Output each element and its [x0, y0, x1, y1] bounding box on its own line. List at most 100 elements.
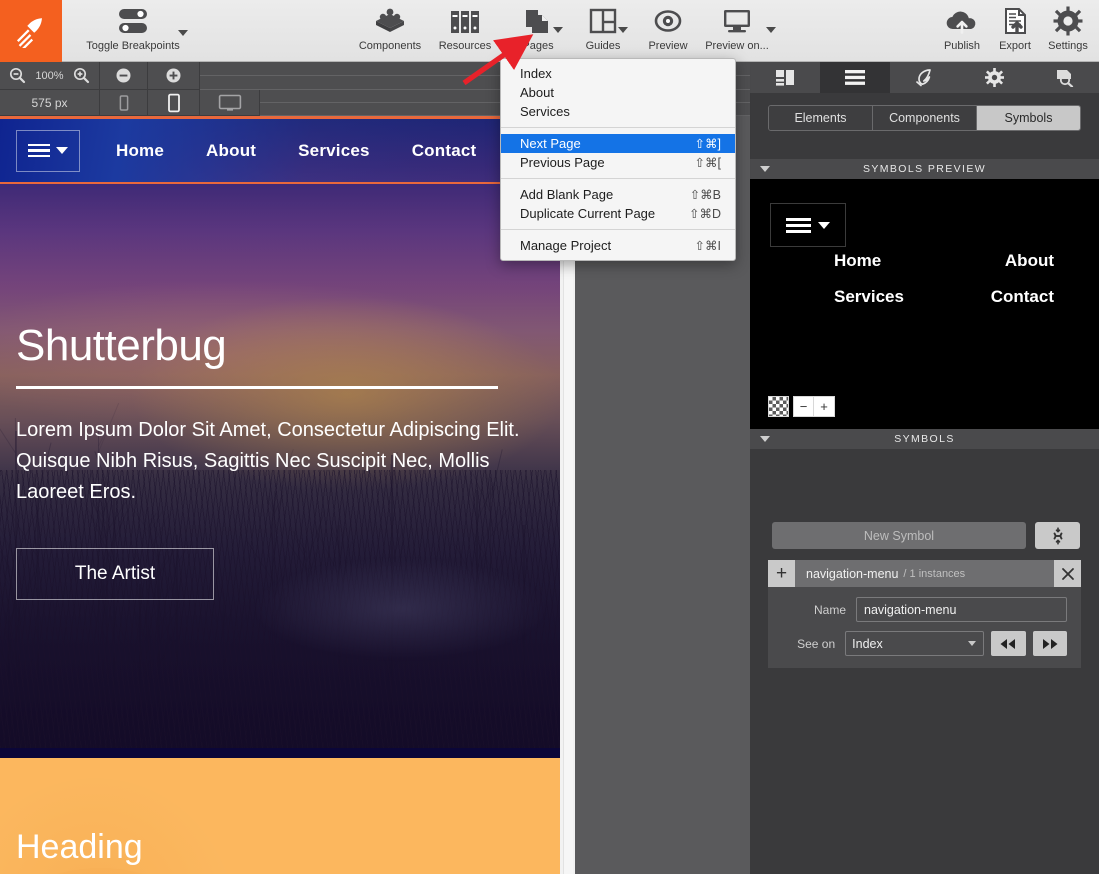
rendered-page: Home About Services Contact Shutterbug L… — [0, 116, 560, 874]
toolbar-label: Pages — [522, 40, 554, 52]
tab-list[interactable] — [819, 62, 890, 93]
symbols-preview-stage: Home About Services Contact − + — [750, 179, 1099, 429]
preview-nav-links: Home About Services Contact — [834, 251, 1054, 307]
tab-find[interactable] — [1029, 62, 1099, 93]
page-menu-button[interactable] — [16, 129, 80, 172]
symbols-preview-header[interactable]: SYMBOLS PREVIEW — [750, 159, 1099, 179]
menu-item-index[interactable]: Index — [501, 64, 735, 83]
preview-menu-button[interactable] — [770, 203, 846, 247]
zoom-level-label: 100% — [35, 69, 64, 82]
new-symbol-button[interactable]: New Symbol — [772, 522, 1026, 549]
preview-link-home: Home — [834, 251, 882, 270]
preview-eye-icon — [651, 4, 685, 38]
right-panel-tabs — [750, 62, 1099, 93]
page-canvas[interactable]: Home About Services Contact Shutterbug L… — [0, 116, 575, 874]
add-symbol-instance-button[interactable]: + — [768, 560, 795, 587]
menu-separator — [501, 127, 735, 128]
pages-dropdown-menu: Index About Services Next Page ⇧⌘] Previ… — [500, 58, 736, 261]
page-search-icon — [1057, 69, 1074, 87]
quill-pen-icon — [916, 69, 932, 87]
menu-item-label: Add Blank Page — [520, 187, 614, 202]
nav-link-contact[interactable]: Contact — [412, 141, 477, 161]
phone-icon — [119, 94, 128, 111]
checkerboard-icon[interactable] — [768, 396, 789, 417]
toolbar-item-components[interactable]: Components — [347, 4, 433, 60]
see-on-next-button[interactable] — [1032, 631, 1068, 656]
nav-link-about[interactable]: About — [206, 141, 256, 161]
triangle-down-icon — [760, 436, 770, 442]
menu-item-about[interactable]: About — [501, 83, 735, 102]
nav-link-services[interactable]: Services — [298, 141, 370, 161]
close-x-icon — [1061, 567, 1074, 580]
breakpoint-width[interactable]: 575 px — [0, 90, 100, 115]
segment-elements[interactable]: Elements — [769, 106, 873, 130]
app-logo[interactable] — [0, 0, 62, 62]
components-blocks-icon — [370, 4, 410, 38]
menu-item-manage-project[interactable]: Manage Project ⇧⌘I — [501, 236, 735, 255]
breakpoints-chevron-down-icon[interactable] — [178, 30, 188, 36]
zoom-in-button[interactable] — [73, 67, 90, 84]
symbol-name-field-label: Name — [813, 602, 846, 617]
symbol-card-fields: Name See on Index — [768, 587, 1081, 668]
breakpoint-remove-button[interactable] — [100, 62, 148, 89]
symbols-body: New Symbol + navigation-menu / 1 instanc… — [750, 509, 1099, 874]
preview-on-chevron-down-icon[interactable] — [766, 27, 776, 33]
preview-on-monitor-icon — [719, 4, 755, 38]
close-symbol-button[interactable] — [1054, 560, 1081, 587]
orange-section: Heading — [0, 748, 560, 874]
menu-item-previous-page[interactable]: Previous Page ⇧⌘[ — [501, 153, 735, 172]
device-phone-button[interactable] — [100, 90, 148, 115]
toolbar-label: Guides — [585, 40, 621, 52]
toolbar-item-toggle-breakpoints[interactable]: Toggle Breakpoints — [86, 4, 180, 60]
preview-zoom-out-button[interactable]: − — [793, 396, 814, 417]
symbol-title-bar[interactable]: navigation-menu / 1 instances — [795, 560, 1054, 587]
toolbar-label: Settings — [1048, 40, 1088, 52]
segment-components[interactable]: Components — [873, 106, 977, 130]
preview-zoom-in-button[interactable]: + — [814, 396, 835, 417]
section-divider — [0, 748, 560, 758]
link-symbol-button[interactable] — [1035, 522, 1080, 549]
pages-stack-icon — [519, 4, 557, 38]
menu-item-shortcut: ⇧⌘I — [694, 239, 721, 253]
device-tablet-button[interactable] — [148, 90, 200, 115]
menu-item-label: Services — [520, 104, 570, 119]
segment-symbols[interactable]: Symbols — [977, 106, 1080, 130]
tab-styles[interactable] — [890, 62, 960, 93]
toolbar-label: Preview on... — [705, 40, 769, 52]
symbols-header[interactable]: SYMBOLS — [750, 429, 1099, 449]
symbols-title: SYMBOLS — [894, 433, 955, 445]
menu-item-label: Index — [520, 66, 552, 81]
toolbar-item-settings[interactable]: Settings — [1025, 4, 1099, 60]
tab-settings[interactable] — [959, 62, 1029, 93]
circle-plus-icon — [166, 68, 181, 83]
toolbar-label: Resources — [438, 40, 492, 52]
preview-link-contact: Contact — [990, 287, 1054, 306]
symbol-instances-label: / 1 instances — [903, 567, 966, 580]
nav-link-home[interactable]: Home — [116, 141, 164, 161]
symbol-card-header: + navigation-menu / 1 instances — [768, 560, 1081, 587]
tab-inspector[interactable] — [750, 62, 820, 93]
magnifier-minus-icon — [10, 67, 26, 84]
see-on-prev-button[interactable] — [991, 631, 1026, 656]
symbol-name-input[interactable] — [856, 597, 1067, 622]
breakpoint-add-button[interactable] — [148, 62, 200, 89]
preview-link-about: About — [1004, 251, 1054, 270]
panel-segment-control: Elements Components Symbols — [768, 105, 1081, 131]
toolbar-label: Components — [358, 40, 422, 52]
menu-item-label: Manage Project — [520, 238, 612, 253]
main-toolbar: Toggle Breakpoints Components Resources … — [0, 0, 1099, 62]
menu-item-services[interactable]: Services — [501, 102, 735, 121]
menu-item-shortcut: ⇧⌘] — [694, 137, 721, 151]
triangle-down-icon — [760, 166, 770, 172]
zoom-out-button[interactable] — [9, 67, 26, 84]
menu-separator — [501, 229, 735, 230]
see-on-select[interactable]: Index — [845, 631, 985, 656]
link-chain-icon — [1053, 526, 1062, 545]
menu-item-next-page[interactable]: Next Page ⇧⌘] — [501, 134, 735, 153]
menu-item-add-blank-page[interactable]: Add Blank Page ⇧⌘B — [501, 185, 735, 204]
menu-item-duplicate-current-page[interactable]: Duplicate Current Page ⇧⌘D — [501, 204, 735, 223]
menu-item-label: Previous Page — [520, 155, 605, 170]
device-desktop-button[interactable] — [200, 90, 260, 115]
fast-forward-icon — [1042, 638, 1058, 649]
hero-cta-button[interactable]: The Artist — [16, 548, 214, 600]
